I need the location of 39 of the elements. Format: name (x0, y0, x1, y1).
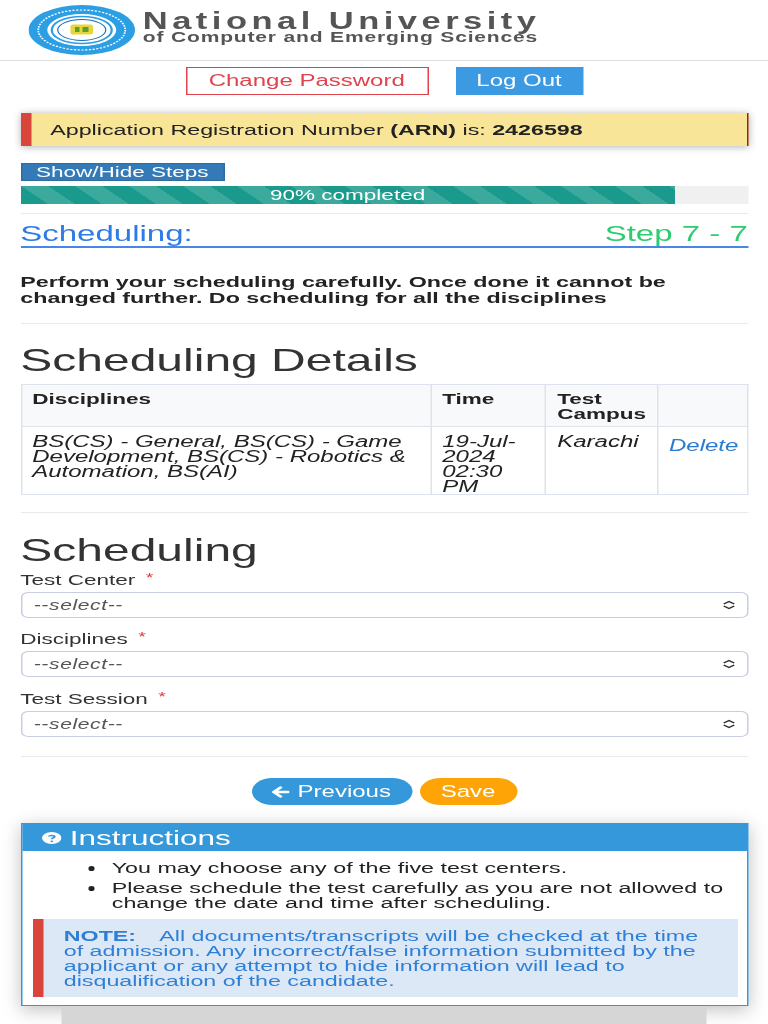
field-label: Test Session (20, 689, 148, 709)
instruction-item: Please schedule the test carefully as you are not allowed to change the date and time after scheduling. (111, 880, 725, 910)
column-header: Test Campus (546, 384, 658, 427)
select-field[interactable]: --select-- (20, 711, 748, 737)
delete-link[interactable]: Delete (669, 437, 739, 454)
column-header: Time (430, 384, 546, 427)
field-label: Test Center (20, 570, 136, 590)
section-heading: Scheduling (20, 532, 259, 568)
step-counter: Step 7 - 7 (604, 223, 748, 245)
arn-text: Application Registration Number (ARN) is: 2426598 (50, 119, 583, 140)
previous-button[interactable]: Previous (251, 778, 412, 805)
change-password-button[interactable]: Change Password (185, 67, 429, 95)
instruction-item: You may choose any of the five test centers. (111, 860, 569, 875)
select-field[interactable]: --select-- (20, 651, 748, 677)
chevron-up-down-icon (720, 719, 736, 729)
university-seal-icon (28, 5, 135, 55)
table-cell: Karachi (546, 426, 658, 495)
panel-title: Instructions (69, 825, 231, 850)
table-cell: BS(CS) - General, BS(CS) - Game Development, BS(CS) - Robotics & Automation, BS(AI) (21, 426, 431, 495)
select-field[interactable]: --select-- (20, 592, 748, 618)
bullet-icon (87, 886, 94, 891)
field-label: Disciplines (20, 629, 128, 649)
chevron-up-down-icon (720, 600, 736, 610)
table-cell: 19-Jul-2024 02:30 PM (430, 426, 546, 495)
scheduling-notice-text: Perform your scheduling carefully. Once done it cannot be changed further. Do scheduling for all the disciplines (20, 274, 667, 306)
section-heading: Scheduling Details (20, 342, 419, 378)
note-text: NOTE: All documents/transcripts will be checked at the time of admission. Any incorrect/false information submitted by the applicant or any attempt to hide information will lead to disqualification of the candidate. (63, 928, 700, 988)
log-out-button[interactable]: Log Out (455, 67, 583, 95)
required-marker: * (145, 570, 154, 586)
progress-label: 90% completed (270, 187, 426, 203)
required-marker: * (158, 689, 166, 705)
question-circle-icon (41, 831, 61, 844)
bullet-icon (87, 866, 94, 871)
arrow-left-icon (272, 785, 291, 798)
chevron-up-down-icon (720, 659, 736, 669)
step-title: Scheduling: (20, 223, 193, 245)
required-marker: * (138, 629, 146, 645)
show-hide-steps-button[interactable]: Show/Hide Steps (20, 163, 225, 181)
column-header: Disciplines (21, 384, 431, 427)
